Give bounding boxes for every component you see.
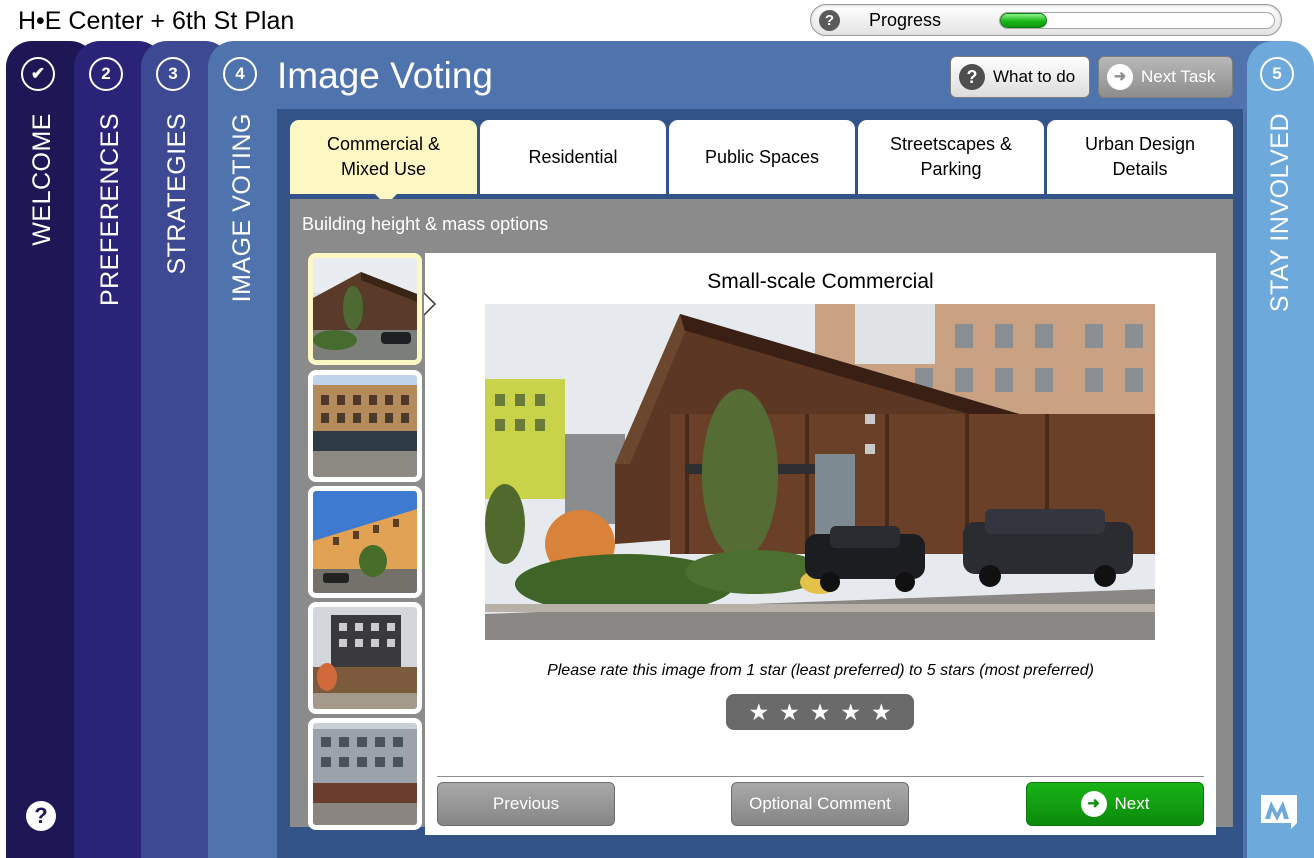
star-rating[interactable]: ★ ★ ★ ★ ★ — [726, 694, 914, 730]
step-number: 3 — [156, 57, 190, 91]
thumbnail-image — [313, 607, 417, 709]
thumbnail-2[interactable] — [308, 370, 422, 482]
step-number: 2 — [89, 57, 123, 91]
what-to-do-button[interactable]: ? What to do — [950, 56, 1090, 98]
next-task-label: Next Task — [1141, 67, 1216, 86]
step-panel-image-voting: 4 IMAGE VOTING Image Voting ? What to do… — [208, 41, 1308, 858]
rating-instructions: Please rate this image from 1 star (leas… — [547, 662, 1094, 679]
footer-divider — [437, 776, 1204, 777]
thumbnail-3[interactable] — [308, 486, 422, 598]
step-number: 4 — [223, 57, 257, 91]
arrow-right-icon: ➜ — [1107, 64, 1133, 90]
star-icon[interactable]: ★ — [748, 700, 769, 724]
step-label-welcome: WELCOME — [28, 113, 56, 246]
optional-comment-button[interactable]: Optional Comment — [731, 782, 909, 826]
arrow-right-icon: ➜ — [1080, 791, 1107, 817]
page-title: Image Voting — [277, 55, 493, 96]
brand-logo-icon — [1261, 795, 1297, 829]
star-icon[interactable]: ★ — [871, 700, 892, 724]
help-icon[interactable]: ? — [819, 10, 840, 31]
step-label-image-voting: IMAGE VOTING — [228, 113, 256, 303]
voting-content: Commercial & Mixed Use Residential Publi… — [277, 109, 1243, 858]
thumbnail-image — [313, 723, 417, 825]
tab-public-spaces[interactable]: Public Spaces — [669, 120, 855, 194]
tab-urban-design-details[interactable]: Urban Design Details — [1047, 120, 1233, 194]
step-tab-stay-involved[interactable]: 5 STAY INVOLVED — [1247, 41, 1314, 858]
app-title: H•E Center + 6th St Plan — [18, 7, 295, 35]
main-image — [485, 304, 1155, 640]
thumbnail-1[interactable] — [308, 253, 422, 365]
star-icon[interactable]: ★ — [810, 700, 831, 724]
next-label: Next — [1114, 794, 1150, 813]
tab-streetscapes-parking[interactable]: Streetscapes & Parking — [858, 120, 1044, 194]
checkmark-icon: ✔ — [21, 57, 55, 91]
star-icon[interactable]: ★ — [779, 700, 800, 724]
image-title: Small-scale Commercial — [707, 270, 934, 293]
progress-bar — [999, 12, 1275, 29]
section-label: Building height & mass options — [302, 214, 549, 234]
what-to-do-label: What to do — [993, 67, 1076, 86]
help-icon: ? — [959, 64, 985, 90]
thumbnail-4[interactable] — [308, 602, 422, 714]
thumbnail-image — [313, 491, 417, 593]
progress-label: Progress — [869, 10, 942, 30]
thumbnail-image — [313, 258, 417, 360]
step-label-strategies: STRATEGIES — [163, 113, 191, 275]
next-task-button[interactable]: ➜ Next Task — [1098, 56, 1233, 98]
tab-commercial-mixed-use[interactable]: Commercial & Mixed Use — [290, 120, 477, 194]
image-voting-area: Building height & mass options Small-sca… — [290, 199, 1233, 835]
selected-thumbnail-pointer — [424, 293, 437, 315]
help-icon[interactable]: ? — [26, 801, 56, 831]
thumbnail-5[interactable] — [308, 718, 422, 830]
tab-residential[interactable]: Residential — [480, 120, 666, 194]
progress-fill — [1000, 13, 1047, 28]
step-label-preferences: PREFERENCES — [96, 113, 124, 307]
step-label-stay-involved: STAY INVOLVED — [1266, 113, 1294, 313]
previous-button[interactable]: Previous — [437, 782, 615, 826]
progress-indicator: ? Progress — [810, 4, 1282, 36]
thumbnail-image — [313, 375, 417, 477]
image-viewer: Small-scale Commercial Please rate this … — [424, 253, 1216, 835]
category-tabs: Commercial & Mixed Use Residential Publi… — [290, 120, 1233, 205]
step-number: 5 — [1260, 57, 1294, 91]
next-button[interactable]: ➜ Next — [1026, 782, 1204, 826]
star-icon[interactable]: ★ — [840, 700, 861, 724]
